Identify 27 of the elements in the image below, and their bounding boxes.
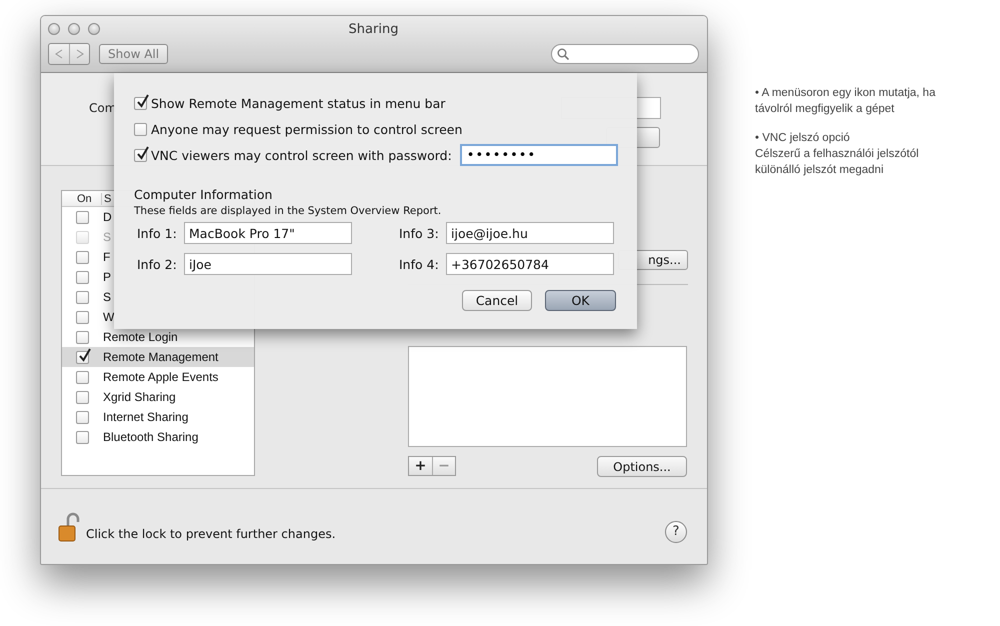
option-label: Anyone may request permission to control screen (151, 122, 462, 136)
service-name: Bluetooth Sharing (103, 430, 198, 444)
service-name: S (103, 230, 112, 244)
service-name: Internet Sharing (103, 410, 188, 424)
note-text: • A menüsoron egy ikon mutatja, ha távolról megfigyelik a gépet (755, 86, 936, 117)
field-label: Info 4: (399, 256, 440, 272)
option-label: Show Remote Management status in menu bar (151, 96, 446, 110)
service-name: Xgrid Sharing (103, 390, 176, 404)
lock-message: Click the lock to prevent further changes. (86, 526, 336, 540)
column-header: S (103, 192, 112, 204)
window-title: Sharing (348, 22, 398, 36)
column-header: On (62, 192, 102, 204)
service-name: D (103, 210, 112, 224)
field-label: Info 2: (137, 256, 178, 272)
field-label: Info 1: (137, 226, 178, 240)
service-name: P (103, 270, 112, 284)
option-label: VNC viewers may control screen with password: (151, 148, 452, 162)
service-name: Remote Apple Events (103, 370, 218, 384)
section-note: These fields are displayed in the System Overview Report. (134, 205, 442, 217)
service-name: Remote Management (103, 350, 218, 364)
section-title: Computer Information (134, 187, 274, 202)
service-name: W (103, 310, 114, 324)
field-label: Info 3: (399, 226, 440, 240)
service-name: F (103, 250, 110, 264)
service-name: Remote Login (103, 330, 178, 344)
note-text: • VNC jelszó opció Célszerű a felhasználói jelszótól különálló jelszót megadni (755, 131, 920, 178)
service-name: S (103, 290, 112, 304)
